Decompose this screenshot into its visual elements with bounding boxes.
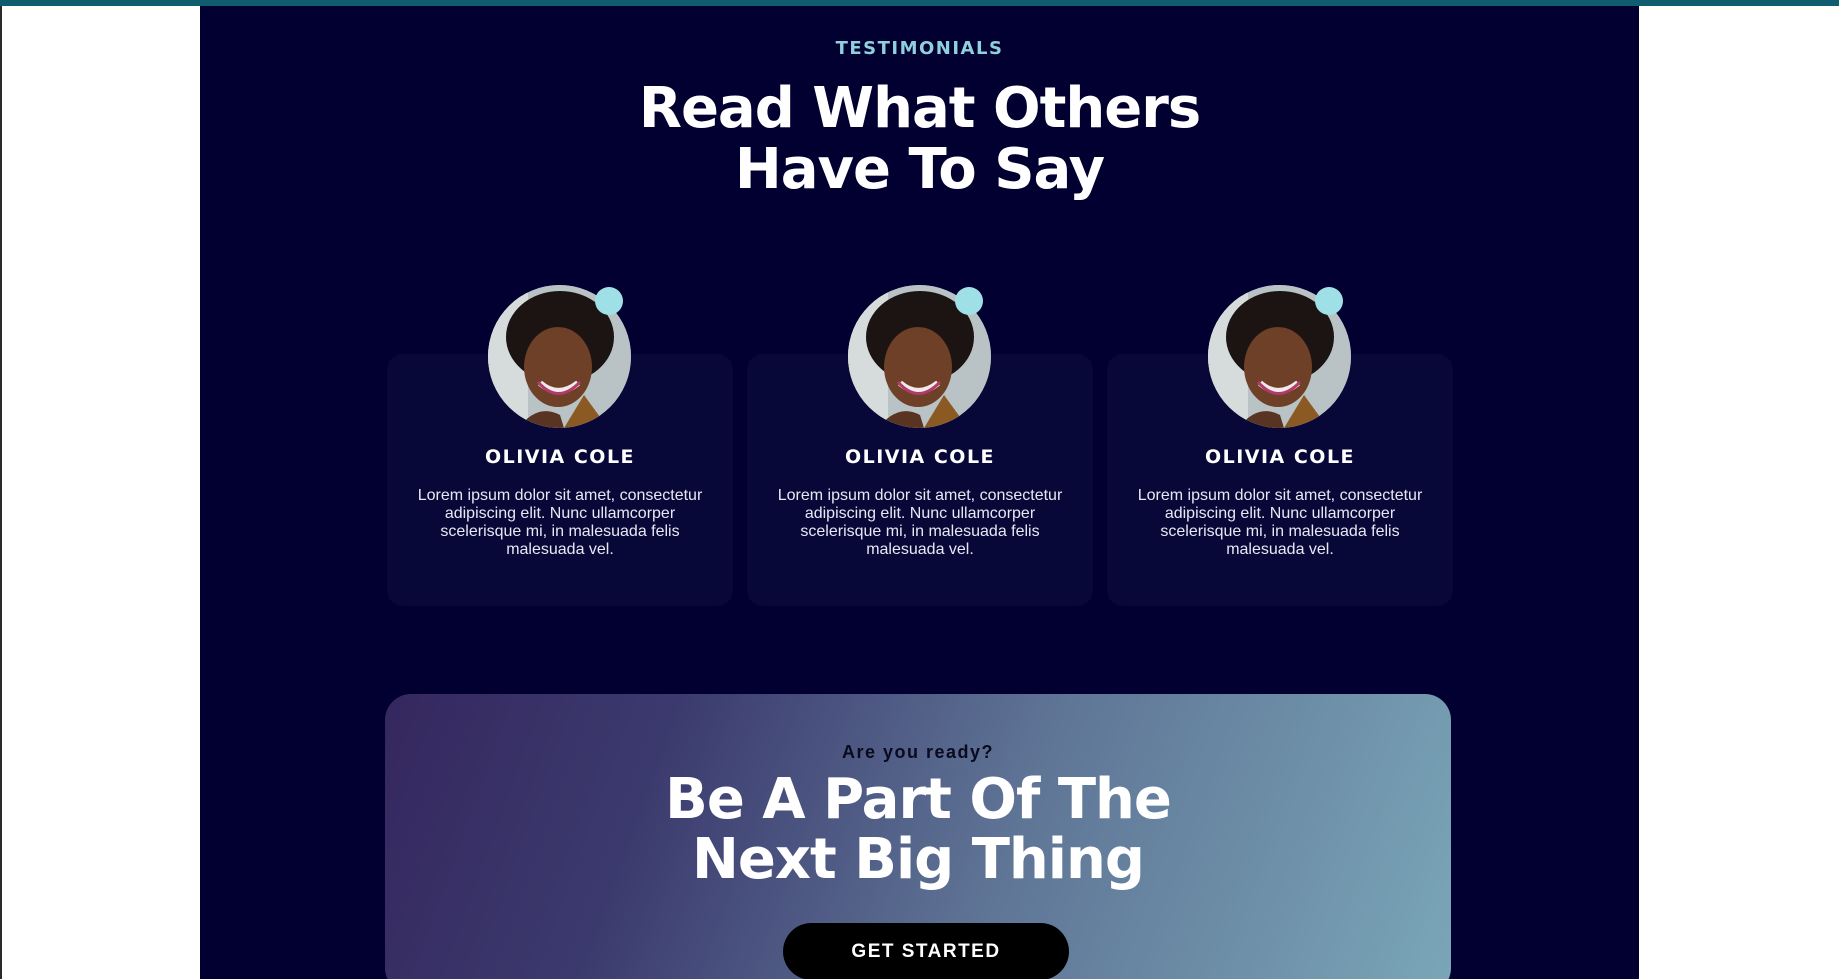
accent-dot-icon	[1315, 287, 1343, 315]
window-left-edge	[0, 6, 2, 979]
accent-dot-icon	[595, 287, 623, 315]
testimonials-heading-line1: Read What Others	[638, 76, 1201, 141]
cta-eyebrow: Are you ready?	[841, 742, 995, 762]
accent-dot-icon	[955, 287, 983, 315]
cta-heading: Be A Part Of The Next Big Thing	[385, 770, 1451, 890]
page-container: TESTIMONIALS Read What Others Have To Sa…	[200, 6, 1639, 979]
testimonial-text: Lorem ipsum dolor sit amet, consectetur …	[417, 487, 703, 558]
cta-banner: Are you ready? Be A Part Of The Next Big…	[385, 694, 1451, 979]
testimonials-heading: Read What Others Have To Say	[200, 78, 1639, 200]
cta-heading-line2: Next Big Thing	[692, 827, 1145, 892]
testimonial-name: OLIVIA COLE	[844, 446, 996, 468]
testimonials-eyebrow: TESTIMONIALS	[835, 38, 1004, 59]
cta-heading-line1: Be A Part Of The	[665, 767, 1172, 832]
testimonials-heading-line2: Have To Say	[734, 137, 1105, 202]
get-started-button[interactable]: GET STARTED	[783, 923, 1069, 979]
testimonial-name: OLIVIA COLE	[1204, 446, 1356, 468]
testimonial-text: Lorem ipsum dolor sit amet, consectetur …	[1137, 487, 1423, 558]
testimonial-name: OLIVIA COLE	[484, 446, 636, 468]
testimonial-text: Lorem ipsum dolor sit amet, consectetur …	[777, 487, 1063, 558]
